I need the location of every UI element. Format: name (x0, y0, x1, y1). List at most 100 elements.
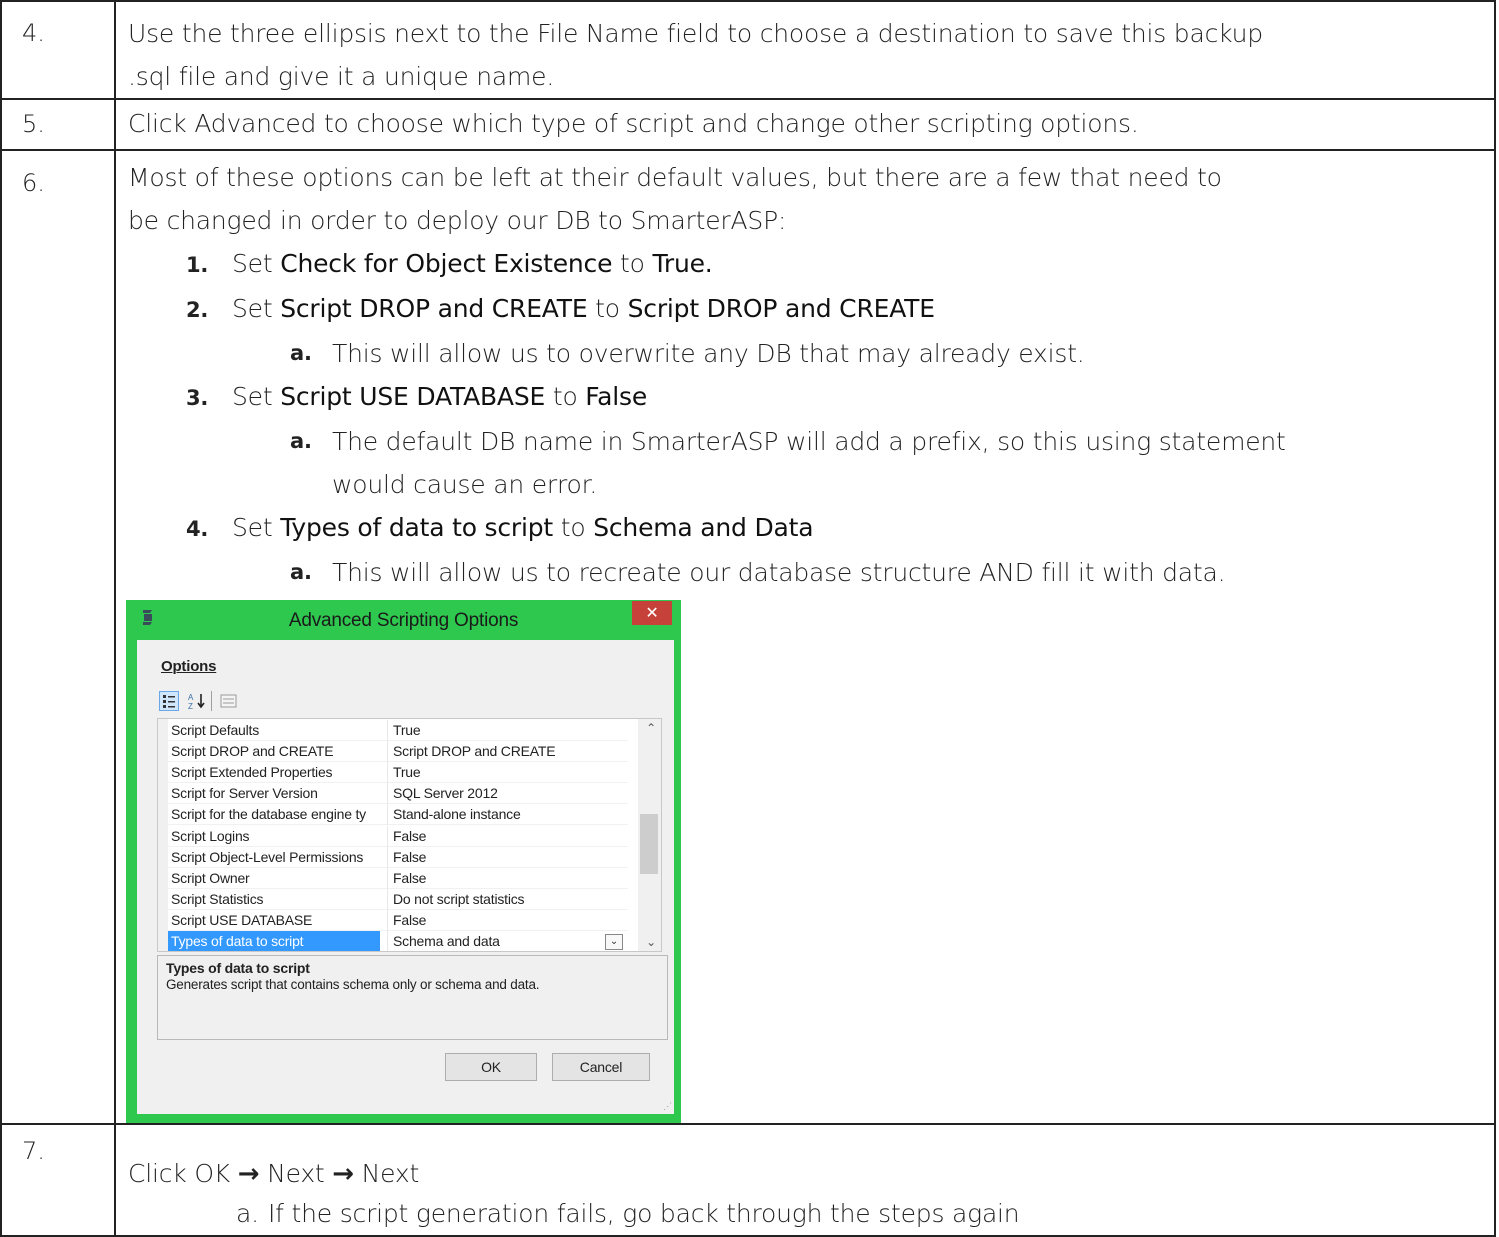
property-name: Script Statistics (171, 890, 264, 907)
property-row[interactable]: Script Owner False (158, 867, 629, 889)
property-value[interactable]: Do not script statistics (387, 888, 629, 910)
list-prefix: Set (232, 513, 273, 542)
step-number-text: 6. (22, 169, 45, 197)
vertical-scrollbar[interactable]: ⌃ ⌄ (638, 719, 661, 951)
step-text-line: be changed in order to deploy our DB to … (128, 206, 787, 235)
list-prefix: Set (232, 294, 273, 323)
dropdown-arrow-icon[interactable]: ⌄ (605, 934, 623, 950)
sub-label: a. (290, 560, 312, 584)
step-number: 6. (0, 149, 116, 1125)
property-value[interactable]: False (387, 825, 629, 847)
list-mid: to (560, 513, 586, 542)
description-body: Generates script that contains schema on… (166, 977, 540, 992)
property-name: Script for Server Version (171, 785, 318, 802)
property-name: Script DROP and CREATE (171, 743, 334, 760)
close-icon: ✕ (645, 603, 659, 622)
sort-alphabetical-icon[interactable]: AZ (187, 691, 207, 711)
svg-text:Z: Z (188, 702, 193, 711)
property-pages-icon[interactable] (219, 691, 239, 711)
property-row[interactable]: Script for Server Version SQL Server 2012 (158, 783, 629, 805)
property-row[interactable]: Script USE DATABASE False (158, 909, 629, 931)
option-name: Check for Object Existence (280, 249, 613, 278)
property-row[interactable]: Script Statistics Do not script statistic… (158, 888, 629, 910)
list-item: 3. Set Script USE DATABASE to False (186, 375, 1484, 420)
step-text-line: Use the three ellipsis next to the File … (128, 19, 1263, 48)
property-name: Script for the database engine ty (171, 806, 366, 823)
list-label: 4. (186, 517, 209, 541)
step-body: Use the three ellipsis next to the File … (114, 0, 1496, 100)
option-value: Schema and Data (593, 513, 814, 542)
svg-text:A: A (188, 693, 194, 702)
property-value[interactable]: False (387, 846, 629, 868)
sub-text: This will allow us to overwrite any DB t… (332, 339, 1085, 368)
sub-label: a. (290, 429, 312, 453)
option-name: Script DROP and CREATE (280, 294, 588, 323)
cancel-button[interactable]: Cancel (552, 1053, 650, 1081)
dialog-client: Options AZ Script Defaults True Script D… (137, 640, 674, 1114)
list-prefix: Set (232, 382, 273, 411)
property-row[interactable]: Script DROP and CREATE Script DROP and CR… (158, 741, 629, 763)
list-mid: to (595, 294, 620, 323)
option-name: Script USE DATABASE (280, 382, 546, 411)
list-label: 2. (186, 298, 209, 322)
property-name: Script Defaults (171, 722, 260, 738)
property-row[interactable]: Script Logins False (158, 825, 629, 847)
scroll-thumb[interactable] (640, 814, 658, 874)
sub-item: a. This will allow us to overwrite any DB… (290, 332, 1484, 375)
step-row-4: 4. Use the three ellipsis next to the Fi… (0, 0, 1496, 100)
step-body: Most of these options can be left at the… (114, 149, 1496, 1125)
step-text-line: .sql file and give it a unique name. (128, 62, 555, 91)
property-value[interactable]: True (387, 720, 629, 741)
scroll-down-icon[interactable]: ⌄ (646, 935, 656, 949)
list-prefix: Set (232, 249, 273, 278)
property-row[interactable]: Script Defaults True (158, 720, 628, 741)
step-text-line: Click Advanced to choose which type of s… (128, 109, 1139, 138)
list-label: 1. (186, 253, 209, 277)
property-value[interactable]: Schema and data (387, 931, 629, 951)
property-row[interactable]: Script Extended Properties True (158, 762, 629, 784)
property-value[interactable]: False (387, 867, 629, 889)
advanced-scripting-options-dialog: Advanced Scripting Options ✕ Options AZ (126, 600, 681, 1123)
click-text: Click OK (128, 1159, 230, 1188)
step-text-line: Click OK → Next → Next (128, 1152, 1484, 1196)
property-name: Script Logins (171, 827, 250, 844)
step-row-7: 7. Click OK → Next → Next a. If the scrip… (0, 1123, 1496, 1237)
property-name: Script Owner (171, 869, 250, 886)
property-value[interactable]: SQL Server 2012 (387, 783, 629, 805)
step-number-text: 5. (22, 110, 45, 138)
next-text: Next (267, 1159, 325, 1188)
property-row[interactable]: Script for the database engine ty Stand-a… (158, 804, 629, 826)
option-value: Script DROP and CREATE (627, 294, 935, 323)
close-button[interactable]: ✕ (632, 601, 672, 625)
option-value: True. (652, 249, 713, 278)
step-body: Click Advanced to choose which type of s… (114, 98, 1496, 151)
list-mid: to (552, 382, 578, 411)
resize-grip-icon[interactable]: ⋰ (663, 1101, 672, 1112)
property-name: Types of data to script (168, 931, 380, 951)
step-body: Click OK → Next → Next a. If the script g… (114, 1123, 1496, 1237)
step-number-text: 7. (22, 1137, 45, 1165)
property-row[interactable]: Script Object-Level Permissions False (158, 846, 629, 868)
list-label: 3. (186, 386, 209, 410)
list-item: 1. Set Check for Object Existence to True… (186, 242, 1484, 287)
next-text: Next (361, 1159, 420, 1188)
categorized-view-icon[interactable] (159, 691, 179, 711)
sub-label: a. (290, 341, 312, 365)
option-value: False (585, 382, 648, 411)
arrow-right-icon: → (237, 1159, 260, 1189)
property-grid[interactable]: Script Defaults True Script DROP and CREAT… (157, 718, 662, 952)
property-name: Script USE DATABASE (171, 911, 313, 928)
sub-item: a. The default DB name in SmarterASP will… (290, 420, 1484, 506)
sub-text: This will allow us to recreate our datab… (332, 558, 1226, 587)
property-value[interactable]: Script DROP and CREATE (387, 741, 629, 763)
property-value[interactable]: True (387, 762, 629, 784)
property-value[interactable]: Stand-alone instance (387, 804, 629, 826)
property-value[interactable]: False (387, 909, 629, 931)
sub-text: If the script generation fails, go back … (268, 1199, 1020, 1228)
list-mid: to (620, 249, 645, 278)
property-row[interactable]: Types of data to script Schema and data ⌄ (158, 931, 629, 951)
dialog-titlebar[interactable]: Advanced Scripting Options ✕ (126, 600, 681, 640)
scroll-up-icon[interactable]: ⌃ (646, 721, 656, 735)
arrow-right-icon: → (332, 1159, 354, 1189)
ok-button[interactable]: OK (445, 1053, 537, 1081)
